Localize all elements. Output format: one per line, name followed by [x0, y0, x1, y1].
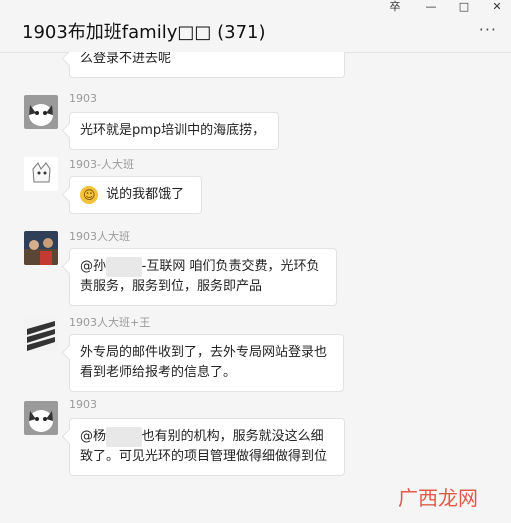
avatar[interactable] [24, 231, 58, 265]
avatar[interactable] [24, 317, 58, 351]
avatar[interactable] [24, 401, 58, 435]
message-text: 么登录不进去呢 [80, 52, 172, 66]
sender-name: 1903人大班+王 [69, 316, 151, 329]
message-mention: @杨 [80, 429, 107, 444]
zebra-pattern-avatar-icon [24, 317, 58, 351]
message-bubble[interactable]: 光环就是pmp培训中的海底捞， [69, 112, 279, 150]
sender-name: 1903 [69, 398, 97, 411]
avatar[interactable] [24, 95, 58, 129]
group-photo-avatar-icon [24, 231, 58, 265]
more-options-icon[interactable]: ··· [479, 20, 497, 39]
cat-avatar-icon [24, 95, 58, 129]
message-text: 光环就是pmp培训中的海底捞， [80, 123, 266, 138]
message-bubble[interactable]: 外专局的邮件收到了，去外专局网站登录也看到老师给报考的信息了。 [69, 334, 344, 392]
sender-name: 1903人大班 [69, 230, 130, 243]
cat-avatar-icon [24, 401, 58, 435]
cat-sticker-avatar-icon [24, 157, 58, 191]
message-mention: @孙 [80, 259, 107, 274]
chat-title: 1903布加班family□□ (371) [22, 22, 266, 43]
maximize-icon[interactable]: □ [455, 0, 473, 14]
pin-icon[interactable]: 卒 [386, 0, 404, 14]
sender-name: 1903 [69, 92, 97, 105]
close-icon[interactable]: ✕ [488, 0, 506, 14]
minimize-icon[interactable]: — [422, 0, 440, 14]
avatar[interactable] [24, 157, 58, 191]
chat-history[interactable]: 么登录不进去呢 1903 光环就是pmp培训中的海底捞， 1903-人大班 ☺ … [0, 52, 511, 523]
redacted-text: XXXX [106, 427, 142, 447]
laughing-emoji-icon [80, 185, 98, 205]
message-bubble[interactable]: 么登录不进去呢 [69, 52, 345, 78]
message-text: -互联网 [141, 259, 186, 274]
input-area-edge [0, 517, 511, 523]
message-text: 说的我都饿了 [106, 187, 185, 202]
sender-name: 1903-人大班 [69, 158, 134, 171]
message-bubble[interactable]: 说的我都饿了 [69, 176, 202, 214]
watermark: 广西龙网 [398, 486, 478, 510]
message-text: 外专局的邮件收到了，去外专局网站登录也看到老师给报考的信息了。 [80, 345, 328, 380]
message-bubble[interactable]: @孙XXXX-互联网 咱们负责交费，光环负责服务，服务到位，服务即产品 [69, 248, 337, 306]
redacted-text: XXXX [106, 257, 142, 277]
message-bubble[interactable]: @杨XXXX也有别的机构，服务就没这么细致了。可见光环的项目管理做得细做得到位 [69, 418, 345, 476]
title-bar: 1903布加班family□□ (371) 卒 — □ ✕ ··· [0, 0, 511, 53]
